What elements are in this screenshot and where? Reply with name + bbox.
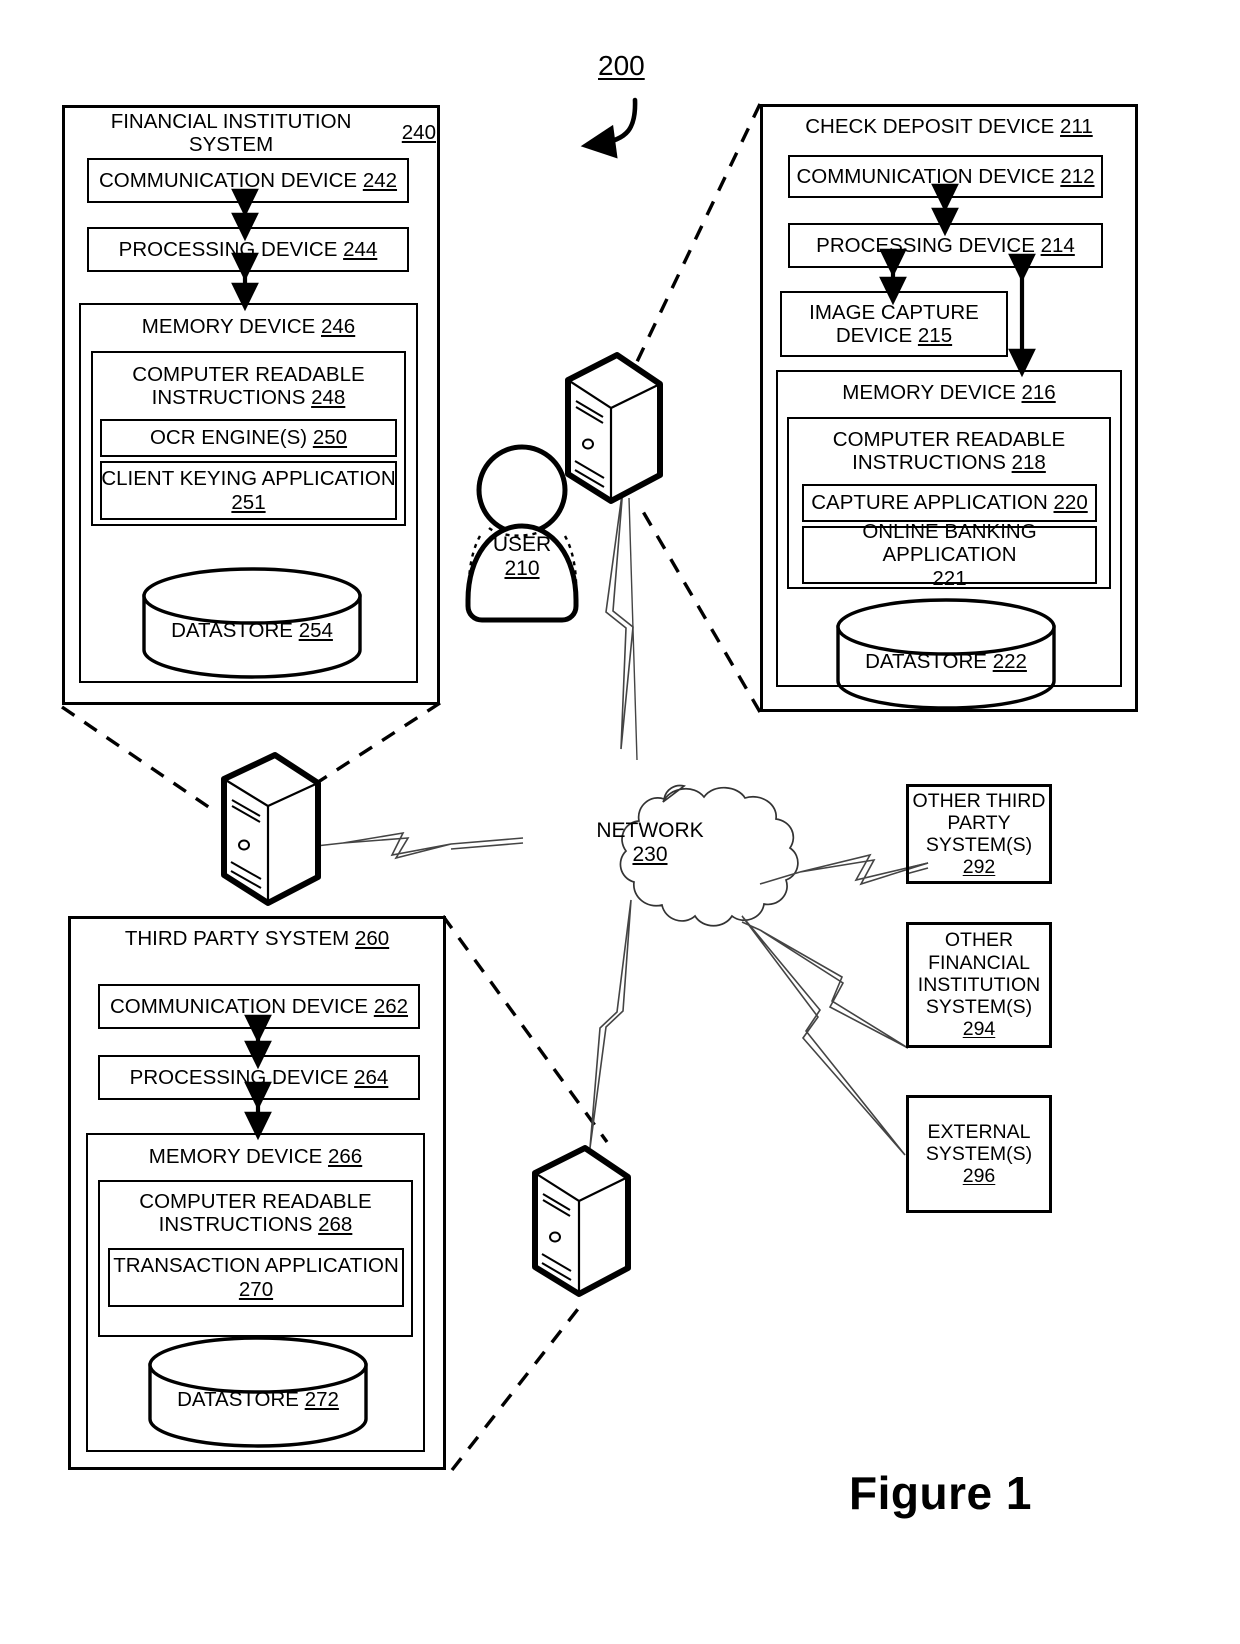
fi-datastore-label: DATASTORE 254: [171, 619, 333, 643]
cdd-memory-device-label: MEMORY DEVICE 216: [842, 381, 1056, 405]
financial-institution-system-title: FINANCIAL INSTITUTION SYSTEM 240: [66, 110, 436, 156]
server-tower-icon: [532, 1145, 631, 1297]
fi-ref-text: 240: [401, 121, 436, 145]
lightning-bolt-icon: [589, 899, 632, 1149]
external-system-label: EXTERNAL SYSTEM(S) 296: [925, 1120, 1033, 1188]
lightning-bolt-icon: [315, 831, 524, 860]
user-label: USER 210: [492, 533, 552, 580]
fi-communication-device-label: COMMUNICATION DEVICE 242: [98, 168, 398, 192]
figure-caption: Figure 1: [849, 1467, 1032, 1519]
fi-client-keying-application-label: CLIENT KEYING APPLICATION 251: [101, 467, 396, 514]
tps-processing-device-label: PROCESSING DEVICE 264: [129, 1065, 389, 1089]
lightning-bolt-icon: [605, 486, 634, 750]
other-third-party-system-label: OTHER THIRD PARTY SYSTEM(S) 292: [912, 789, 1046, 879]
server-tower-icon: [221, 752, 321, 906]
system-ref-200: 200: [598, 50, 645, 81]
fi-title-text: FINANCIAL INSTITUTION SYSTEM: [110, 109, 352, 156]
cdd-online-banking-application-label: ONLINE BANKING APPLICATION 221: [862, 519, 1037, 590]
network-label: NETWORK 230: [596, 819, 704, 866]
check-deposit-device-title: CHECK DEPOSIT DEVICE 211: [805, 115, 1093, 139]
lightning-bolt-icon: [741, 921, 909, 1049]
fi-cri-label: COMPUTER READABLE INSTRUCTIONS 248: [132, 362, 365, 409]
fi-memory-device-label: MEMORY DEVICE 246: [141, 315, 356, 339]
system-ref-arrow: [580, 97, 638, 159]
cdd-datastore-label: DATASTORE 222: [865, 650, 1027, 674]
cdd-capture-application-label: CAPTURE APPLICATION 220: [811, 491, 1088, 515]
third-party-system-title: THIRD PARTY SYSTEM 260: [124, 927, 390, 951]
cdd-communication-device-label: COMMUNICATION DEVICE 212: [796, 164, 1095, 188]
tps-cri-label: COMPUTER READABLE INSTRUCTIONS 268: [139, 1189, 372, 1236]
lightning-bolt-icon: [741, 915, 906, 1156]
cdd-processing-device-label: PROCESSING DEVICE 214: [816, 233, 1075, 257]
tps-datastore-label: DATASTORE 272: [177, 1388, 339, 1412]
cdd-cri-label: COMPUTER READABLE INSTRUCTIONS 218: [832, 427, 1066, 474]
tps-memory-device-label: MEMORY DEVICE 266: [148, 1145, 363, 1169]
fi-processing-device-label: PROCESSING DEVICE 244: [118, 237, 378, 261]
server-tower-icon: [565, 352, 663, 504]
fi-ocr-engines-label: OCR ENGINE(S) 250: [149, 426, 348, 450]
tps-transaction-application-label: TRANSACTION APPLICATION 270: [113, 1254, 399, 1301]
tps-communication-device-label: COMMUNICATION DEVICE 262: [109, 994, 409, 1018]
other-financial-institution-system-label: OTHER FINANCIAL INSTITUTION SYSTEM(S) 294: [917, 929, 1041, 1041]
patent-figure-canvas: 200 FINANCIAL INSTITUTION SYSTEM 240 COM…: [0, 0, 1240, 1644]
cdd-image-capture-device-label: IMAGE CAPTURE DEVICE 215: [809, 300, 979, 347]
